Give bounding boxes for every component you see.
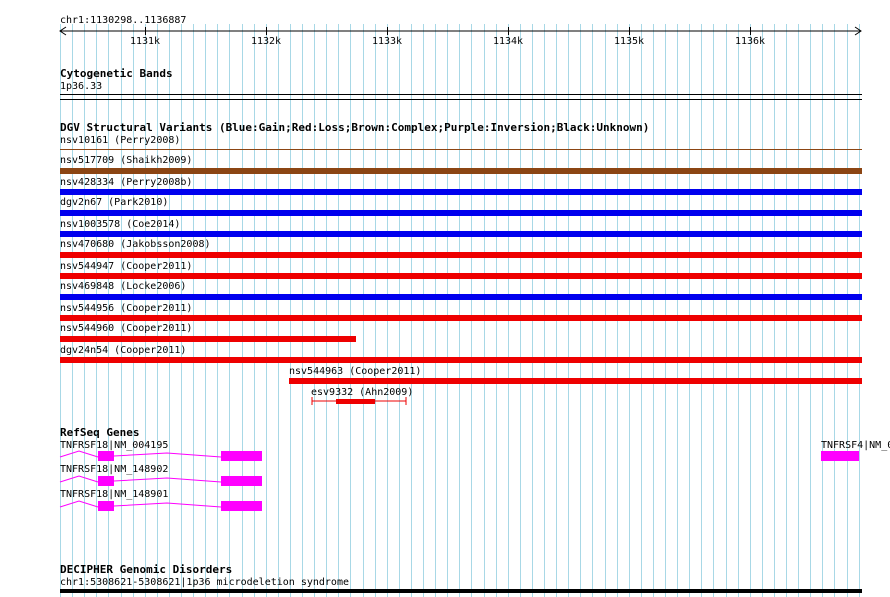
decipher-disorder-feature[interactable] [60,589,862,593]
refseq-gene-label[interactable]: TNFRSF4|NM_0 [821,440,890,451]
decipher-track-title[interactable]: DECIPHER Genomic Disorders [60,564,232,576]
decipher-disorder-label[interactable]: chr1:5308621-5308621|1p36 microdeletion … [60,577,349,588]
refseq-gene-model[interactable] [0,0,890,597]
genome-browser-panel: chr1:1130298..1136887 1131k 1132k 1133k 113… [0,0,890,597]
refseq-gene-model[interactable] [821,451,859,461]
